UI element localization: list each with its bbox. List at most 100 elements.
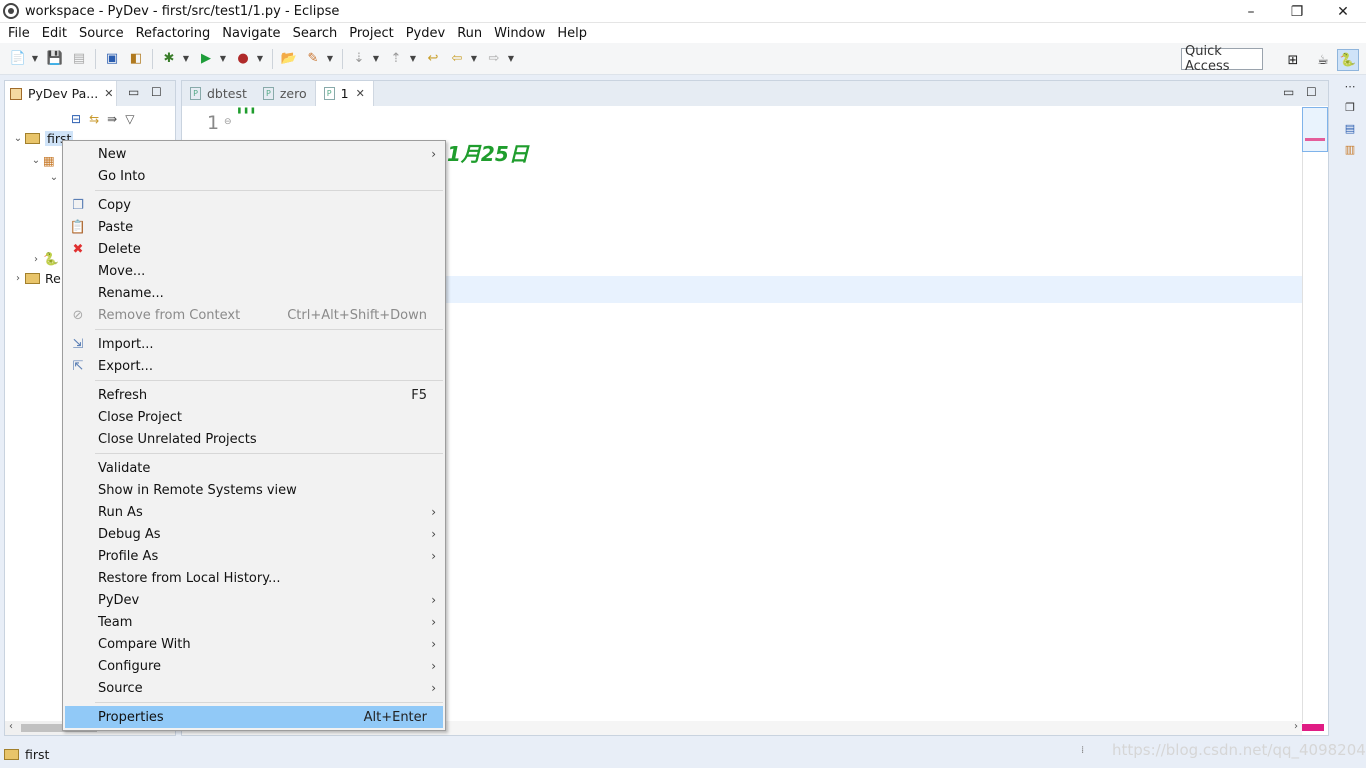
menu-item-paste[interactable]: 📋 Paste xyxy=(65,216,443,238)
restore-button[interactable]: ❐ xyxy=(1274,0,1320,23)
debug-icon[interactable]: ✱ xyxy=(158,48,180,70)
terminal-icon[interactable]: ▣ xyxy=(101,48,123,70)
run-icon[interactable]: ▶ xyxy=(195,48,217,70)
code-docstring-open[interactable]: ''' xyxy=(236,105,256,130)
next-annotation-icon[interactable]: ⇣ xyxy=(348,48,370,70)
pen-icon[interactable]: ✎ xyxy=(302,48,324,70)
pen-dropdown-icon[interactable]: ▼ xyxy=(325,54,335,63)
back-dropdown-icon[interactable]: ▼ xyxy=(469,54,479,63)
maximize-editor-icon[interactable]: ☐ xyxy=(1306,85,1317,99)
menu-item-rename[interactable]: Rename... xyxy=(65,282,443,304)
menu-item-source[interactable]: Source › xyxy=(65,677,443,699)
menu-source[interactable]: Source xyxy=(73,26,130,41)
menu-item-delete[interactable]: ✖ Delete xyxy=(65,238,443,260)
close-icon[interactable]: ✕ xyxy=(356,87,365,100)
tab-zero[interactable]: P zero xyxy=(255,81,315,106)
last-edit-icon[interactable]: ↩ xyxy=(422,48,444,70)
trim-menu-icon[interactable]: ⋯ xyxy=(1336,80,1364,93)
menu-item-debug-as[interactable]: Debug As › xyxy=(65,523,443,545)
scroll-left-icon[interactable]: ‹ xyxy=(9,721,13,732)
error-marker[interactable] xyxy=(1302,724,1324,731)
menu-window[interactable]: Window xyxy=(488,26,551,41)
menu-item-properties[interactable]: Properties Alt+Enter xyxy=(65,706,443,728)
menu-item-export[interactable]: ⇱ Export... xyxy=(65,355,443,377)
chevron-right-icon[interactable]: › xyxy=(11,273,25,284)
menu-file[interactable]: File xyxy=(2,26,36,41)
menu-item-close-unrelated-projects[interactable]: Close Unrelated Projects xyxy=(65,428,443,450)
back-icon[interactable]: ⇦ xyxy=(446,48,468,70)
menu-item-restore-from-local-history[interactable]: Restore from Local History... xyxy=(65,567,443,589)
new-file-icon[interactable]: 📄 xyxy=(7,48,29,70)
forward-dropdown-icon[interactable]: ▼ xyxy=(506,54,516,63)
minimize-button[interactable]: – xyxy=(1228,0,1274,23)
tree-item-remote[interactable]: › Re xyxy=(11,271,61,286)
overview-marker[interactable] xyxy=(1305,138,1325,141)
menu-search[interactable]: Search xyxy=(287,26,344,41)
tab-1[interactable]: P 1 ✕ xyxy=(314,81,374,106)
open-type-icon[interactable]: ◧ xyxy=(125,48,147,70)
prev-annotation-icon[interactable]: ⇡ xyxy=(385,48,407,70)
chevron-down-icon[interactable]: ⌄ xyxy=(29,155,43,166)
menu-item-remove-from-context[interactable]: ⊘ Remove from Context Ctrl+Alt+Shift+Down xyxy=(65,304,443,326)
menu-refactoring[interactable]: Refactoring xyxy=(130,26,217,41)
save-all-icon[interactable]: ▤ xyxy=(68,48,90,70)
code-date-text[interactable]: 1月25日 xyxy=(447,138,529,167)
chevron-down-icon[interactable]: ⌄ xyxy=(47,172,61,183)
open-folder-icon[interactable]: 📂 xyxy=(278,48,300,70)
console-view-icon[interactable]: ▤ xyxy=(1336,122,1364,135)
menu-item-move[interactable]: Move... xyxy=(65,260,443,282)
prev-annotation-dropdown-icon[interactable]: ▼ xyxy=(408,54,418,63)
new-dropdown-icon[interactable]: ▼ xyxy=(30,54,40,63)
tree-item-python-interpreter[interactable]: › 🐍 xyxy=(29,251,59,267)
menu-edit[interactable]: Edit xyxy=(36,26,73,41)
menu-project[interactable]: Project xyxy=(343,26,399,41)
menu-item-configure[interactable]: Configure › xyxy=(65,655,443,677)
menu-help[interactable]: Help xyxy=(551,26,593,41)
menu-run[interactable]: Run xyxy=(451,26,488,41)
chevron-right-icon[interactable]: › xyxy=(29,254,43,265)
maximize-view-icon[interactable]: ☐ xyxy=(151,85,162,99)
close-button[interactable]: ✕ xyxy=(1320,0,1366,23)
menu-item-import[interactable]: ⇲ Import... xyxy=(65,333,443,355)
external-tools-icon[interactable]: ● xyxy=(232,48,254,70)
menu-item-team[interactable]: Team › xyxy=(65,611,443,633)
overview-ruler[interactable] xyxy=(1302,107,1328,152)
minimize-view-icon[interactable]: ▭ xyxy=(128,85,139,99)
next-annotation-dropdown-icon[interactable]: ▼ xyxy=(371,54,381,63)
menu-item-show-in-remote-systems[interactable]: Show in Remote Systems view xyxy=(65,479,443,501)
tab-pydev-package-explorer[interactable]: PyDev Pa... ✕ xyxy=(5,81,117,106)
debug-dropdown-icon[interactable]: ▼ xyxy=(181,54,191,63)
outline-view-icon[interactable]: ▥ xyxy=(1336,143,1364,156)
filter-icon[interactable]: ⇛ xyxy=(107,112,117,126)
save-icon[interactable]: 💾 xyxy=(44,48,66,70)
menu-item-profile-as[interactable]: Profile As › xyxy=(65,545,443,567)
menu-item-validate[interactable]: Validate xyxy=(65,457,443,479)
menu-item-copy[interactable]: ❐ Copy xyxy=(65,194,443,216)
menu-item-run-as[interactable]: Run As › xyxy=(65,501,443,523)
scroll-right-icon[interactable]: › xyxy=(1294,721,1298,732)
menu-item-refresh[interactable]: Refresh F5 xyxy=(65,384,443,406)
menu-item-compare-with[interactable]: Compare With › xyxy=(65,633,443,655)
menu-navigate[interactable]: Navigate xyxy=(216,26,286,41)
collapse-all-icon[interactable]: ⊟ xyxy=(71,112,81,126)
tree-item-package[interactable]: ⌄ xyxy=(47,172,61,183)
link-editor-icon[interactable]: ⇆ xyxy=(89,112,99,126)
menu-pydev[interactable]: Pydev xyxy=(400,26,451,41)
pydev-perspective-icon[interactable]: 🐍 xyxy=(1337,49,1359,71)
close-icon[interactable]: ✕ xyxy=(104,87,113,100)
forward-icon[interactable]: ⇨ xyxy=(483,48,505,70)
view-menu-icon[interactable]: ▽ xyxy=(125,112,134,126)
menu-item-go-into[interactable]: Go Into xyxy=(65,165,443,187)
open-perspective-icon[interactable]: ⊞ xyxy=(1282,49,1304,71)
restore-view-icon[interactable]: ❐ xyxy=(1336,101,1364,114)
tab-dbtest[interactable]: P dbtest xyxy=(182,81,255,106)
fold-toggle-icon[interactable]: ⊖ xyxy=(224,117,232,127)
minimize-editor-icon[interactable]: ▭ xyxy=(1283,85,1294,99)
tree-item-src[interactable]: ⌄ ▦ xyxy=(29,153,55,168)
external-tools-dropdown-icon[interactable]: ▼ xyxy=(255,54,265,63)
run-dropdown-icon[interactable]: ▼ xyxy=(218,54,228,63)
chevron-down-icon[interactable]: ⌄ xyxy=(11,133,25,144)
menu-item-close-project[interactable]: Close Project xyxy=(65,406,443,428)
menu-item-pydev[interactable]: PyDev › xyxy=(65,589,443,611)
quick-access-input[interactable]: Quick Access xyxy=(1181,44,1263,74)
